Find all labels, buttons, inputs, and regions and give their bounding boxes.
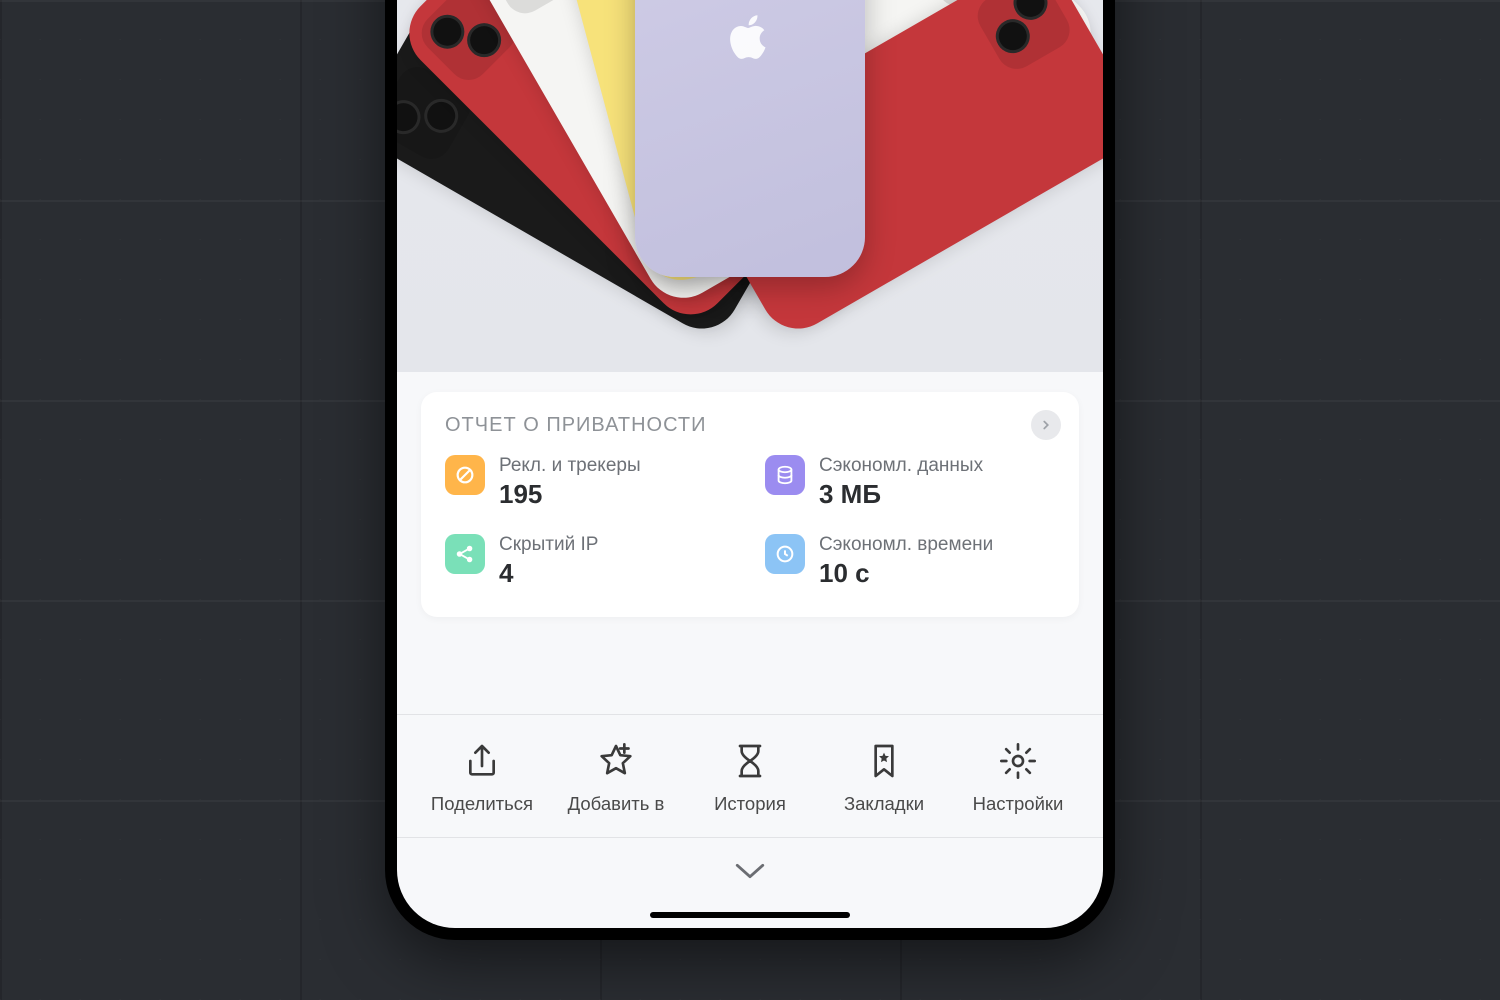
stat-value: 10 с [819,558,993,589]
share-icon [462,741,502,781]
clock-icon [765,534,805,574]
bookmarks-button[interactable]: Закладки [829,741,939,815]
gear-icon [998,741,1038,781]
phone-frame: ОТЧЕТ О ПРИВАТНОСТИ Рекл. и трекеры 195 [385,0,1115,940]
toolbar-label: Добавить в [568,793,665,815]
stat-time-saved: Сэкономл. времени 10 с [765,534,1055,589]
chevron-right-icon[interactable] [1031,410,1061,440]
stat-value: 195 [499,479,641,510]
stat-hidden-ip: Скрытий IP 4 [445,534,735,589]
hourglass-icon [730,741,770,781]
settings-button[interactable]: Настройки [963,741,1073,815]
stat-label: Сэкономл. данных [819,455,983,477]
hero-image [397,0,1103,372]
collapse-button[interactable] [397,844,1103,898]
chevron-down-icon [733,860,767,882]
toolbar-label: Поделиться [431,793,533,815]
privacy-report-card[interactable]: ОТЧЕТ О ПРИВАТНОСТИ Рекл. и трекеры 195 [421,392,1079,617]
share-button[interactable]: Поделиться [427,741,537,815]
stat-value: 4 [499,558,598,589]
database-icon [765,455,805,495]
toolbar-label: История [714,793,786,815]
share-network-icon [445,534,485,574]
stat-data-saved: Сэкономл. данных 3 МБ [765,455,1055,510]
stat-ads-trackers: Рекл. и трекеры 195 [445,455,735,510]
report-title: ОТЧЕТ О ПРИВАТНОСТИ [445,414,1055,437]
toolbar: Поделиться Добавить в История Закладки Н… [397,714,1103,838]
apple-logo-icon [727,15,773,72]
bookmark-icon [864,741,904,781]
toolbar-label: Закладки [844,793,924,815]
phone-card-purple [635,0,865,277]
stat-value: 3 МБ [819,479,983,510]
add-to-button[interactable]: Добавить в [561,741,671,815]
stat-label: Рекл. и трекеры [499,455,641,477]
toolbar-label: Настройки [973,793,1064,815]
history-button[interactable]: История [695,741,805,815]
block-icon [445,455,485,495]
stat-label: Сэкономл. времени [819,534,993,556]
phone-screen: ОТЧЕТ О ПРИВАТНОСТИ Рекл. и трекеры 195 [397,0,1103,928]
home-indicator[interactable] [650,912,850,918]
stat-label: Скрытий IP [499,534,598,556]
star-add-icon [596,741,636,781]
